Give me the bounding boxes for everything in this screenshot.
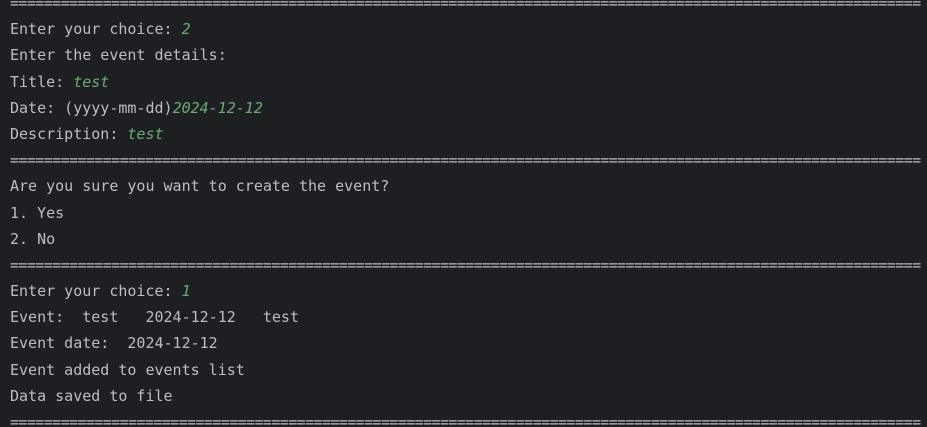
output-line: Event date: 2024-12-12 <box>10 334 218 353</box>
output-line: Data saved to file <box>10 386 173 405</box>
output-line: Event added to events list <box>10 360 245 379</box>
user-input-value: 2024-12-12 <box>172 98 263 117</box>
prompt-text: Enter your choice: <box>10 20 182 39</box>
user-input-value: 1 <box>181 282 191 301</box>
prompt-text: Description: <box>10 124 128 143</box>
output-line: Event: test 2024-12-12 test <box>10 308 299 327</box>
prompt-line-choice-2: Enter your choice: 1 <box>10 278 927 304</box>
separator-line: ========================================… <box>10 413 921 427</box>
prompt-text: Enter your choice: <box>10 282 182 301</box>
user-input-value: test <box>73 72 110 91</box>
prompt-line-title: Title: test <box>10 69 927 95</box>
user-input-value: 2 <box>181 20 191 39</box>
console-lines: ========================================… <box>10 0 927 427</box>
output-line: 2. No <box>10 229 56 248</box>
separator-line: ========================================… <box>10 0 921 12</box>
prompt-text: Title: <box>10 72 74 91</box>
console-output-panel[interactable]: ========================================… <box>0 0 927 427</box>
output-line: Enter the event details: <box>10 46 227 65</box>
output-line: Are you sure you want to create the even… <box>10 177 390 196</box>
separator-line: ========================================… <box>10 255 921 274</box>
separator-line: ========================================… <box>10 151 921 170</box>
prompt-text: Date: (yyyy-mm-dd) <box>10 98 173 117</box>
prompt-line-choice-1: Enter your choice: 2 <box>10 16 927 42</box>
user-input-value: test <box>127 124 164 143</box>
prompt-line-description: Description: test <box>10 121 927 147</box>
prompt-line-date: Date: (yyyy-mm-dd)2024-12-12 <box>10 95 927 121</box>
output-line: 1. Yes <box>10 203 65 222</box>
